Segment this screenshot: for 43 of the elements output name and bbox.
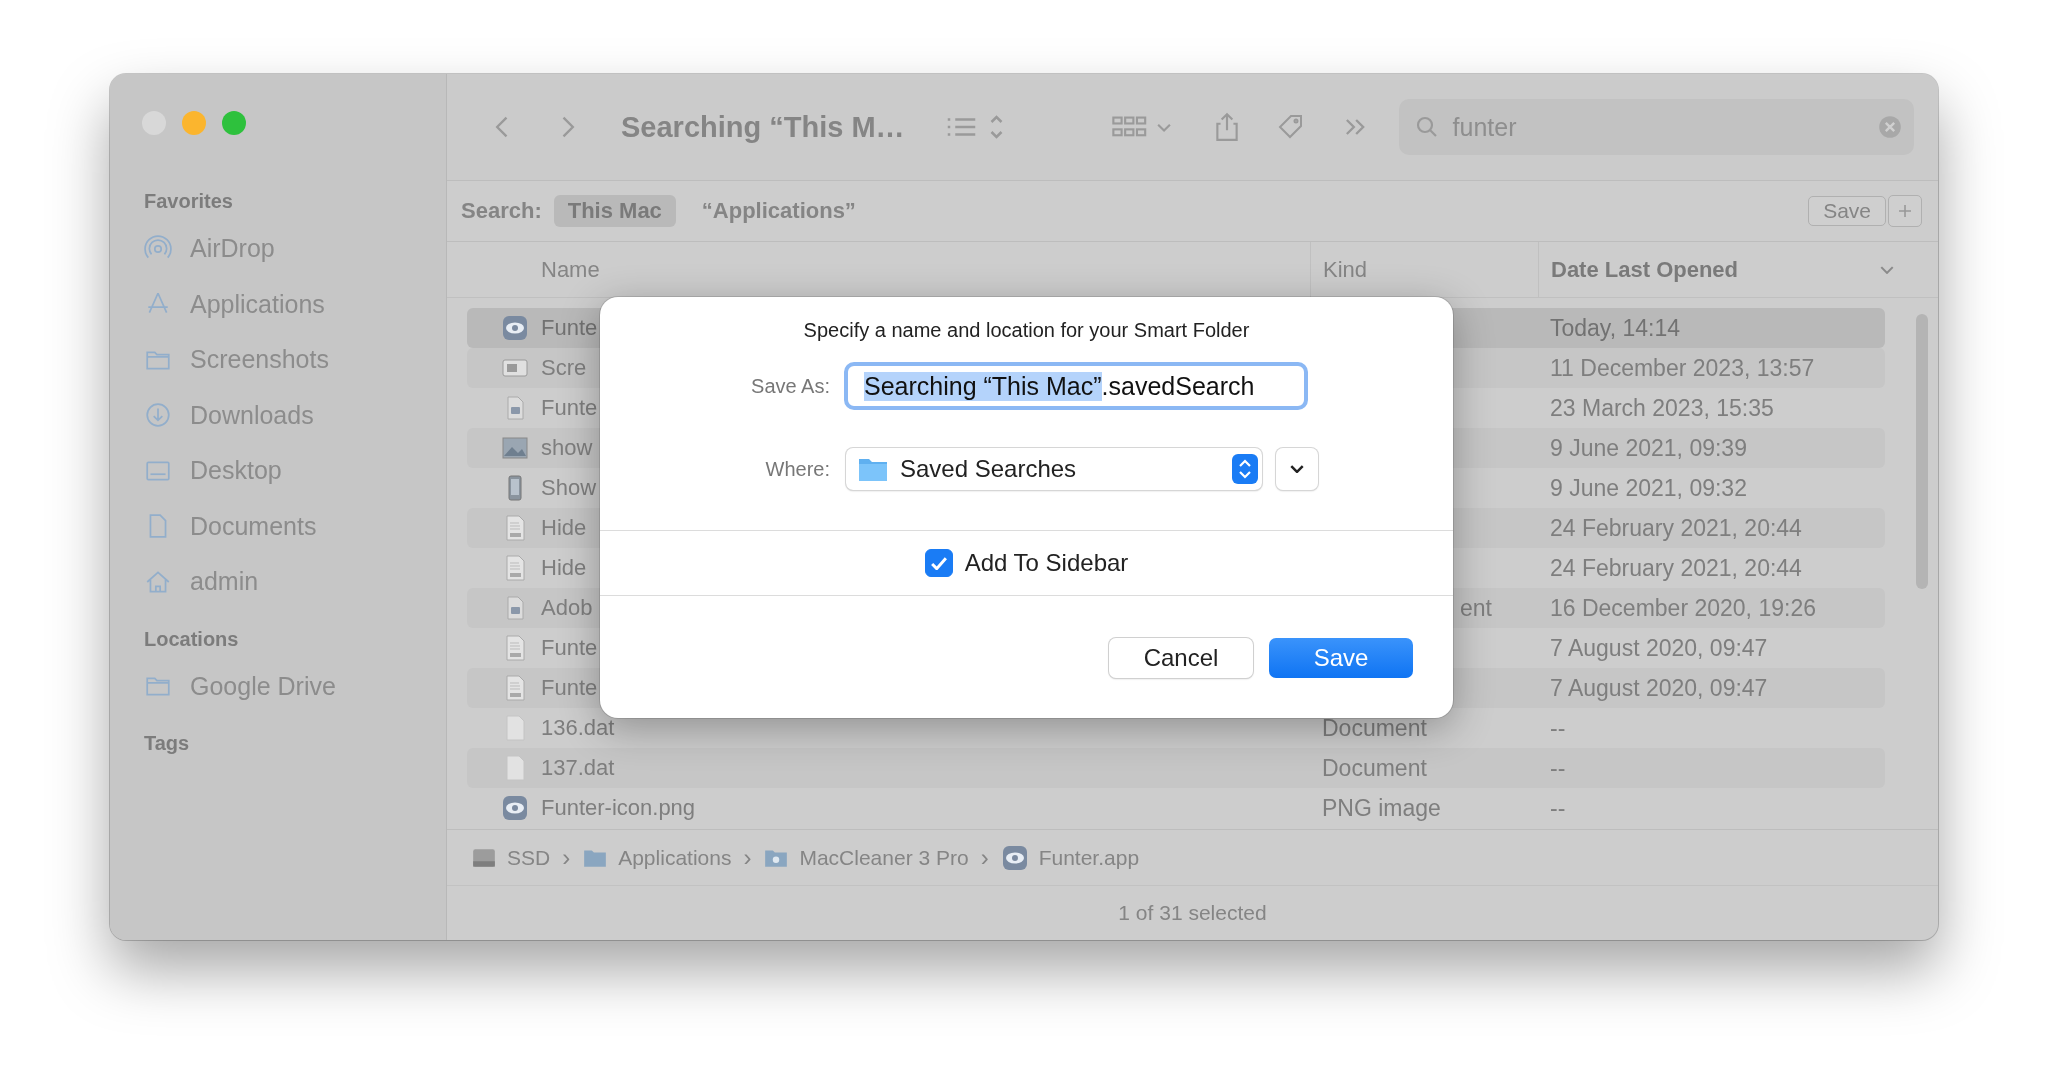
date-opened: 9 June 2021, 09:32: [1550, 474, 1747, 501]
date-opened: 24 February 2021, 20:44: [1550, 514, 1802, 541]
file-kind: PNG image: [1322, 794, 1441, 821]
save-as-label: Save As:: [750, 374, 830, 398]
date-opened: --: [1550, 794, 1566, 821]
file-name: Funte: [541, 675, 598, 700]
checkbox-label: Add To Sidebar: [964, 549, 1129, 577]
date-opened: Today, 14:14: [1550, 314, 1680, 341]
file-name: 136.dat: [541, 715, 615, 740]
date-opened: 23 March 2023, 15:35: [1550, 394, 1774, 421]
date-opened: 16 December 2020, 19:26: [1550, 594, 1816, 621]
sidebar-section-title: Tags: [144, 732, 191, 755]
file-kind: Document: [1322, 754, 1427, 781]
sidebar-section-title: Favorites: [144, 190, 234, 213]
file-name: 137.dat: [541, 755, 615, 780]
search-scope-label: Search:: [461, 198, 542, 224]
file-name: Adob: [541, 595, 593, 620]
file-name: Hide: [541, 515, 587, 540]
path-separator: ›: [562, 843, 571, 872]
file-name: Funte: [541, 395, 598, 420]
date-opened: 7 August 2020, 09:47: [1550, 674, 1768, 701]
date-opened: --: [1550, 714, 1566, 741]
path-separator: ›: [980, 843, 989, 872]
where-label: Where:: [764, 457, 830, 481]
date-opened: 7 August 2020, 09:47: [1550, 634, 1768, 661]
date-opened: --: [1550, 754, 1566, 781]
file-name: show: [541, 435, 593, 460]
date-opened: 9 June 2021, 09:39: [1550, 434, 1747, 461]
path-separator: ›: [743, 843, 752, 872]
file-name: Funte: [541, 635, 598, 660]
file-kind: ent: [1460, 594, 1492, 621]
file-name: Funte: [541, 315, 598, 340]
window-title: Searching “This M…: [621, 110, 905, 144]
file-name: Funter-icon.png: [541, 795, 696, 820]
sidebar-section-title: Locations: [144, 627, 240, 651]
file-name: Hide: [541, 555, 587, 580]
status-text: 1 of 31 selected: [447, 885, 1938, 940]
date-opened: 11 December 2023, 13:57: [1550, 354, 1815, 381]
file-name: Show: [541, 475, 597, 500]
file-name: Scre: [541, 355, 587, 380]
date-opened: 24 February 2021, 20:44: [1550, 554, 1802, 581]
dialog-title: Specify a name and location for your Smart Folder: [802, 319, 1251, 342]
file-kind: Document: [1322, 714, 1427, 741]
